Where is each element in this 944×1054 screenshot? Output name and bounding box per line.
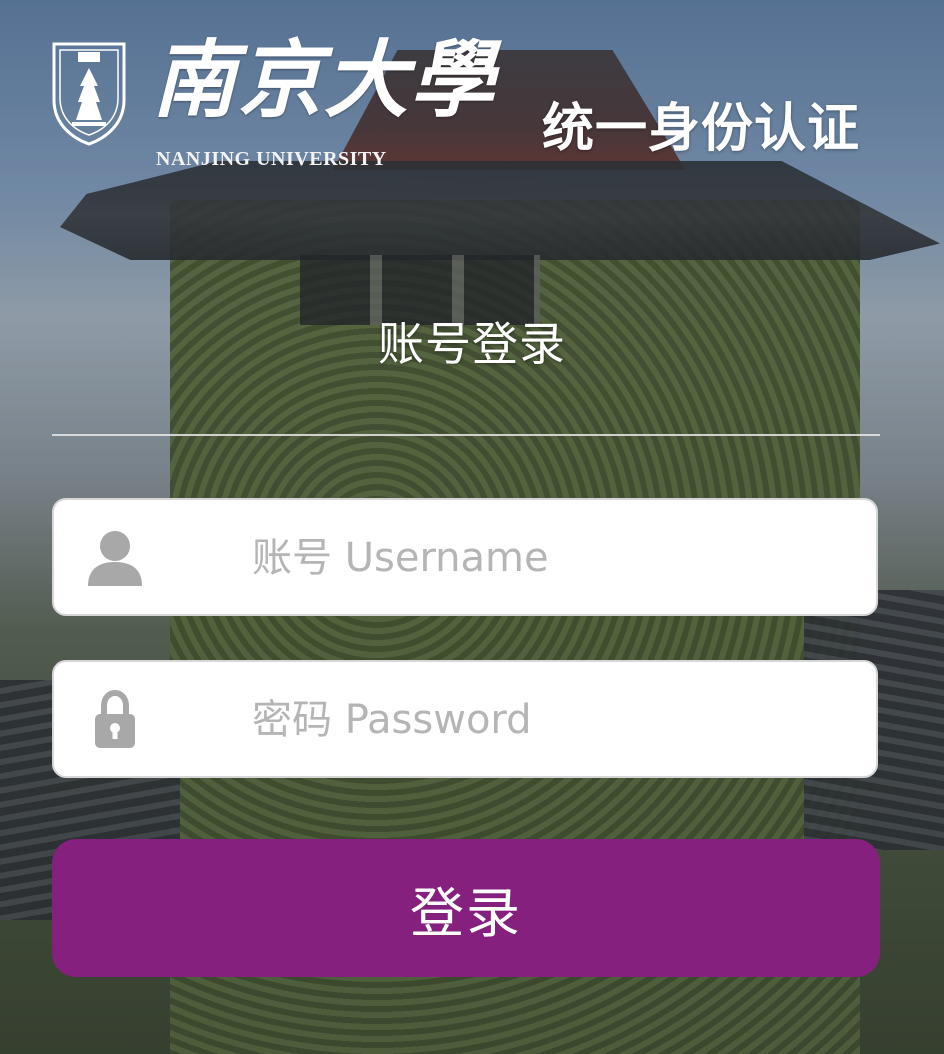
page-title: 统一身份认证 (541, 99, 860, 159)
username-input[interactable] (250, 520, 854, 596)
brand-english-name: NANJING UNIVERSITY (156, 148, 387, 170)
login-page: 南京大學 NANJING UNIVERSITY 统一身份认证 账号登录 登录 (0, 0, 944, 1054)
password-input[interactable] (250, 682, 854, 758)
university-emblem-icon (52, 42, 126, 146)
header: 南京大學 NANJING UNIVERSITY 统一身份认证 (50, 30, 890, 180)
login-button[interactable]: 登录 (52, 839, 880, 977)
user-icon (88, 531, 142, 586)
lock-icon (95, 690, 135, 748)
brand-chinese-name: 南京大學 (152, 30, 497, 129)
password-field[interactable] (52, 660, 878, 778)
username-field[interactable] (52, 498, 878, 616)
divider (52, 434, 880, 436)
login-heading: 账号登录 (378, 317, 566, 371)
